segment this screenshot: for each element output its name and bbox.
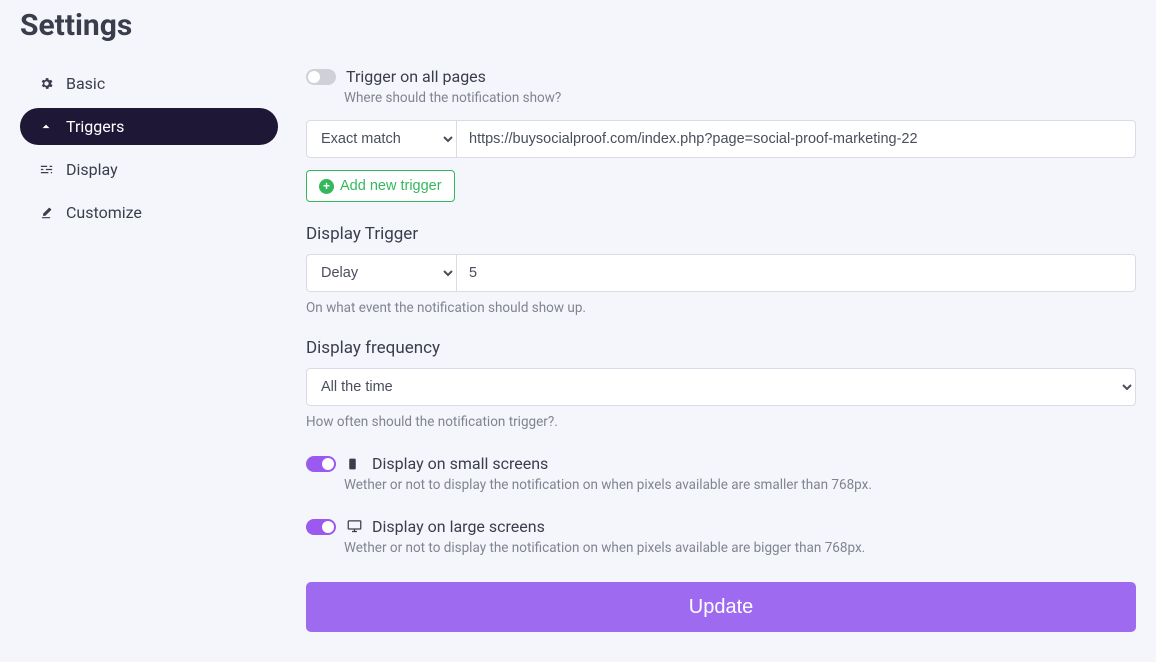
plus-circle-icon: + [319,179,334,194]
sidebar-item-label: Customize [66,203,142,222]
trigger-all-pages-toggle[interactable] [306,69,336,85]
display-trigger-hint: On what event the notification should sh… [306,300,1136,316]
small-screens-toggle[interactable] [306,456,336,472]
desktop-icon [346,519,362,535]
add-new-trigger-button[interactable]: + Add new trigger [306,170,455,202]
settings-main: Trigger on all pages Where should the no… [306,65,1136,632]
small-screens-label: Display on small screens [372,454,548,473]
sidebar-item-display[interactable]: Display [20,151,278,188]
trigger-match-select[interactable]: Exact match [306,120,456,158]
sidebar-item-label: Basic [66,74,105,93]
trigger-url-input[interactable] [456,120,1136,158]
display-frequency-hint: How often should the notification trigge… [306,414,1136,430]
brush-icon [38,205,54,221]
add-trigger-label: Add new trigger [340,178,442,194]
large-screens-hint: Wether or not to display the notificatio… [344,540,1136,556]
large-screens-label: Display on large screens [372,517,545,536]
sidebar-item-label: Triggers [66,117,124,136]
settings-sidebar: Basic Triggers Display Customize [20,65,278,237]
gear-icon [38,76,54,92]
sliders-icon [38,162,54,178]
small-screens-hint: Wether or not to display the notificatio… [344,477,1136,493]
trigger-all-pages-label: Trigger on all pages [346,67,486,86]
sidebar-item-basic[interactable]: Basic [20,65,278,102]
sidebar-item-triggers[interactable]: Triggers [20,108,278,145]
display-frequency-label: Display frequency [306,338,1136,358]
display-trigger-value-input[interactable] [456,254,1136,292]
mobile-icon [346,456,362,472]
display-trigger-label: Display Trigger [306,224,1136,244]
chevron-up-icon [38,119,54,135]
display-frequency-select[interactable]: All the time [306,368,1136,406]
sidebar-item-label: Display [66,160,118,179]
large-screens-toggle[interactable] [306,519,336,535]
trigger-all-pages-hint: Where should the notification show? [344,90,1136,106]
update-button[interactable]: Update [306,582,1136,632]
sidebar-item-customize[interactable]: Customize [20,194,278,231]
page-title: Settings [20,8,1136,43]
display-trigger-mode-select[interactable]: Delay [306,254,456,292]
